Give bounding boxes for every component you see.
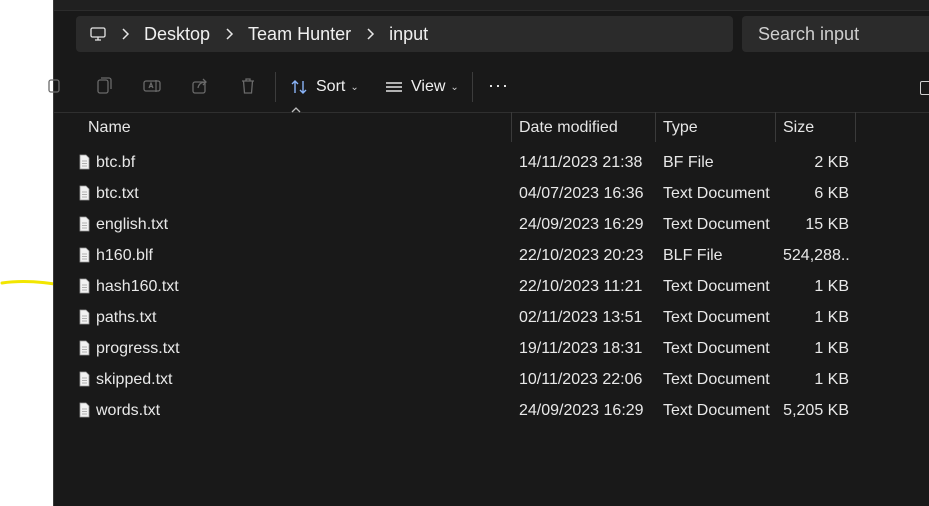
file-row[interactable]: h160.blf 22/10/2023 20:23 BLF File 524,2… [54,243,929,274]
text-file-icon [79,185,90,201]
column-header-size[interactable]: Size [783,112,814,144]
share-icon[interactable] [190,76,210,96]
text-file-icon [79,278,90,294]
file-type: Text Document [663,216,770,233]
file-name: h160.blf [96,247,153,264]
file-row[interactable]: english.txt 24/09/2023 16:29 Text Docume… [54,212,929,243]
column-separator[interactable] [775,112,776,142]
copy-icon[interactable] [94,76,114,96]
file-row[interactable]: words.txt 24/09/2023 16:29 Text Document… [54,398,929,429]
file-name: skipped.txt [96,371,173,388]
column-header-name[interactable]: Name [88,112,131,144]
text-file-icon [79,371,90,387]
file-date-modified: 04/07/2023 16:36 [519,185,644,202]
file-row[interactable]: btc.bf 14/11/2023 21:38 BF File 2 KB [54,150,929,181]
text-file-icon [79,247,90,263]
delete-icon[interactable] [238,76,258,96]
file-size: 15 KB [805,216,849,233]
title-bar-strip [54,0,929,11]
file-name: hash160.txt [96,278,179,295]
file-size: 1 KB [814,309,849,326]
breadcrumb-desktop[interactable]: Desktop [144,24,210,45]
file-row[interactable]: hash160.txt 22/10/2023 11:21 Text Docume… [54,274,929,305]
command-bar: Sort ⌄ View ⌄ ··· [48,62,929,113]
text-file-icon [79,154,90,170]
file-type: Text Document [663,278,770,295]
file-date-modified: 22/10/2023 20:23 [519,247,644,264]
column-separator[interactable] [855,112,856,142]
chevron-right-icon[interactable] [224,27,234,41]
text-file-icon [79,340,90,356]
file-size: 1 KB [814,371,849,388]
file-date-modified: 19/11/2023 18:31 [519,340,643,357]
file-type: Text Document [663,371,770,388]
sort-button[interactable]: Sort ⌄ [290,76,359,98]
file-type: Text Document [663,340,770,357]
details-pane-icon[interactable] [920,81,929,95]
toolbar-divider [275,72,276,102]
file-date-modified: 22/10/2023 11:21 [519,278,643,295]
file-row[interactable]: paths.txt 02/11/2023 13:51 Text Document… [54,305,929,336]
search-input[interactable]: Search input [742,16,929,52]
file-date-modified: 24/09/2023 16:29 [519,402,644,419]
file-type: Text Document [663,402,770,419]
file-type: BLF File [663,247,723,264]
address-bar[interactable]: Desktop Team Hunter input [76,16,733,52]
sort-icon [291,80,307,94]
cut-icon[interactable] [46,76,66,96]
file-row[interactable]: progress.txt 19/11/2023 18:31 Text Docum… [54,336,929,367]
more-options-button[interactable]: ··· [488,75,509,96]
file-size: 6 KB [814,185,849,202]
file-size: 1 KB [814,340,849,357]
file-row[interactable]: btc.txt 04/07/2023 16:36 Text Document 6… [54,181,929,212]
file-explorer-window: Desktop Team Hunter input Search input S… [48,0,929,506]
view-button[interactable]: View ⌄ [385,76,459,98]
column-header-type[interactable]: Type [663,112,698,144]
file-name: words.txt [96,402,161,419]
toolbar-divider [472,72,473,102]
view-list-icon [386,82,402,92]
file-size: 524,288... [783,247,849,264]
breadcrumb-input[interactable]: input [389,24,428,45]
this-pc-icon[interactable] [90,27,106,41]
file-size: 2 KB [814,154,849,171]
chevron-down-icon: ⌄ [350,81,359,93]
file-name: btc.bf [96,154,136,171]
sort-ascending-indicator-icon [291,107,301,113]
breadcrumb-team-hunter[interactable]: Team Hunter [248,24,351,45]
column-header-date-modified[interactable]: Date modified [519,112,618,144]
file-type: Text Document [663,185,770,202]
chevron-right-icon[interactable] [365,27,375,41]
chevron-down-icon: ⌄ [450,81,459,93]
file-type: BF File [663,154,714,171]
rename-icon[interactable] [142,76,162,96]
file-size: 1 KB [814,278,849,295]
text-file-icon [79,402,90,418]
file-name: progress.txt [96,340,180,357]
sort-label: Sort [316,78,346,95]
view-label: View [411,78,446,95]
text-file-icon [79,309,90,325]
text-file-icon [79,216,90,232]
column-separator[interactable] [655,112,656,142]
file-date-modified: 14/11/2023 21:38 [519,154,643,171]
file-name: english.txt [96,216,169,233]
file-name: btc.txt [96,185,139,202]
file-row[interactable]: skipped.txt 10/11/2023 22:06 Text Docume… [54,367,929,398]
file-name: paths.txt [96,309,157,326]
column-separator[interactable] [511,112,512,142]
file-type: Text Document [663,309,770,326]
file-date-modified: 10/11/2023 22:06 [519,371,643,388]
file-date-modified: 24/09/2023 16:29 [519,216,644,233]
file-size: 5,205 KB [783,402,849,419]
file-date-modified: 02/11/2023 13:51 [519,309,643,326]
chevron-right-icon[interactable] [120,27,130,41]
